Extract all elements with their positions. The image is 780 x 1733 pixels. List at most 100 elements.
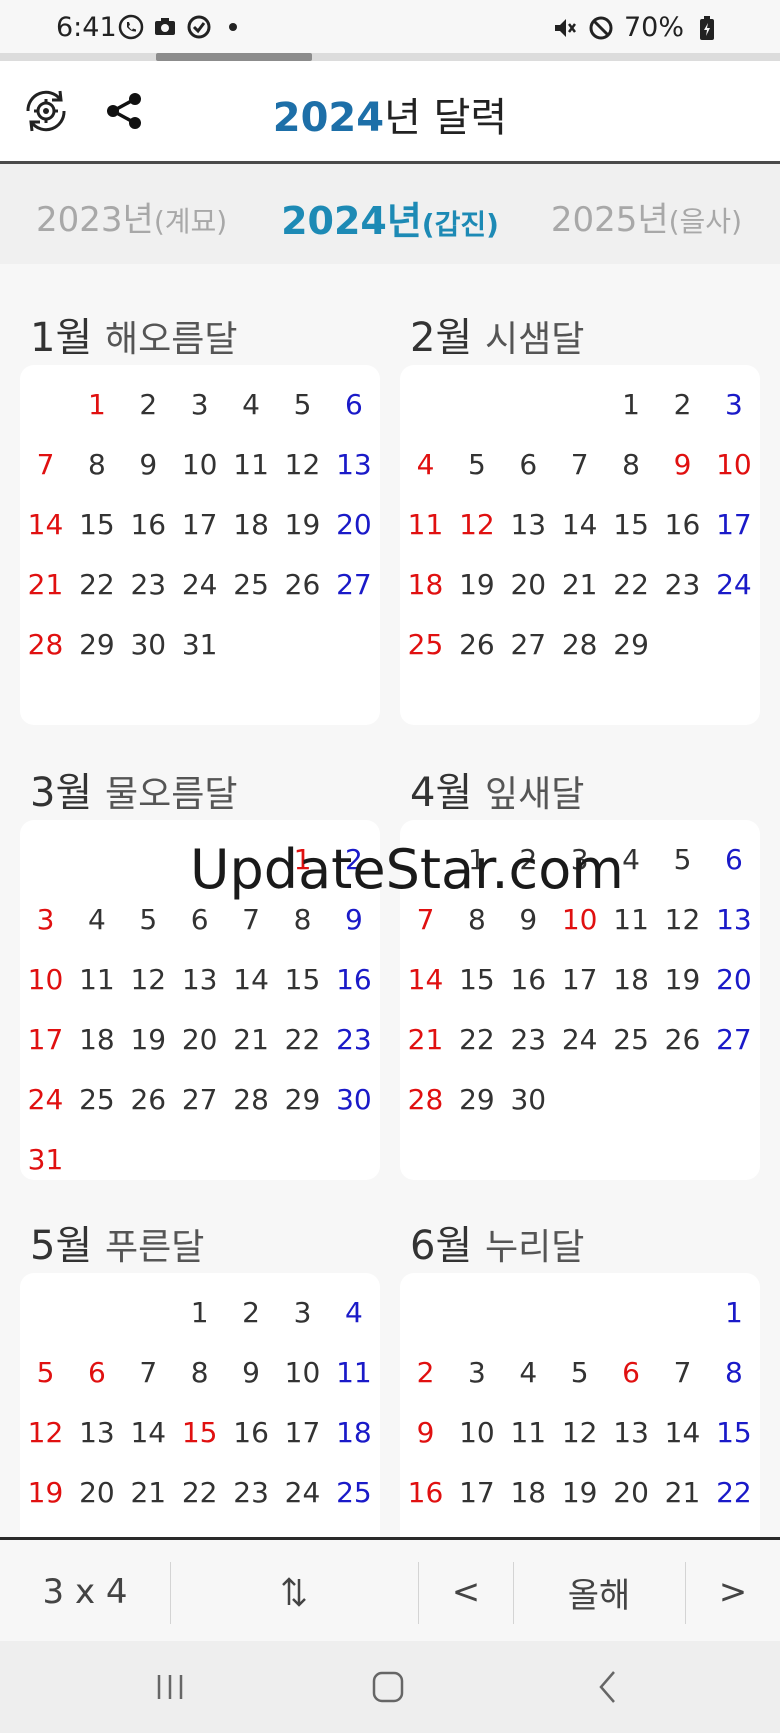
day-cell[interactable]: 11: [226, 435, 277, 495]
day-cell[interactable]: 8: [174, 1343, 225, 1403]
day-cell[interactable]: 25: [226, 555, 277, 615]
day-cell[interactable]: 21: [123, 1463, 174, 1523]
day-cell[interactable]: 25: [71, 1070, 122, 1130]
day-cell[interactable]: 30: [123, 615, 174, 675]
day-cell[interactable]: 20: [328, 495, 379, 555]
day-cell[interactable]: 28: [20, 615, 71, 675]
day-cell[interactable]: 2: [123, 375, 174, 435]
day-cell[interactable]: 21: [657, 1463, 708, 1523]
day-cell[interactable]: 26: [277, 555, 328, 615]
day-cell[interactable]: 22: [277, 1010, 328, 1070]
day-cell[interactable]: 16: [123, 495, 174, 555]
day-cell[interactable]: 18: [606, 950, 657, 1010]
day-cell[interactable]: 1: [708, 1283, 759, 1343]
day-cell[interactable]: 12: [123, 950, 174, 1010]
day-cell[interactable]: 4: [400, 435, 451, 495]
day-cell[interactable]: 28: [226, 1070, 277, 1130]
day-cell[interactable]: 6: [606, 1343, 657, 1403]
month-card[interactable]: 1234567891011121314151617181920212223242…: [20, 365, 380, 725]
day-cell[interactable]: 21: [20, 555, 71, 615]
day-cell[interactable]: 5: [451, 435, 502, 495]
day-cell[interactable]: 23: [123, 555, 174, 615]
prev-button[interactable]: <: [419, 1540, 513, 1644]
day-cell[interactable]: 8: [606, 435, 657, 495]
day-cell[interactable]: 27: [328, 555, 379, 615]
day-cell[interactable]: 16: [503, 950, 554, 1010]
day-cell[interactable]: 23: [328, 1010, 379, 1070]
day-cell[interactable]: 17: [277, 1403, 328, 1463]
day-cell[interactable]: 10: [20, 950, 71, 1010]
day-cell[interactable]: 4: [71, 890, 122, 950]
day-cell[interactable]: 7: [123, 1343, 174, 1403]
day-cell[interactable]: 28: [554, 615, 605, 675]
day-cell[interactable]: 1: [606, 375, 657, 435]
next-button[interactable]: >: [686, 1540, 780, 1644]
day-cell[interactable]: 1: [71, 375, 122, 435]
day-cell[interactable]: 13: [328, 435, 379, 495]
day-cell[interactable]: 30: [503, 1070, 554, 1130]
day-cell[interactable]: 24: [708, 555, 759, 615]
day-cell[interactable]: 15: [708, 1403, 759, 1463]
day-cell[interactable]: 5: [123, 890, 174, 950]
day-cell[interactable]: 5: [20, 1343, 71, 1403]
day-cell[interactable]: 2: [400, 1343, 451, 1403]
day-cell[interactable]: 15: [606, 495, 657, 555]
day-cell[interactable]: 22: [451, 1010, 502, 1070]
day-cell[interactable]: 18: [71, 1010, 122, 1070]
day-cell[interactable]: 9: [400, 1403, 451, 1463]
day-cell[interactable]: 3: [708, 375, 759, 435]
day-cell[interactable]: 24: [277, 1463, 328, 1523]
day-cell[interactable]: 22: [708, 1463, 759, 1523]
day-cell[interactable]: 15: [71, 495, 122, 555]
day-cell[interactable]: 15: [174, 1403, 225, 1463]
day-cell[interactable]: 3: [277, 1283, 328, 1343]
day-cell[interactable]: 22: [71, 555, 122, 615]
day-cell[interactable]: 13: [71, 1403, 122, 1463]
day-cell[interactable]: 24: [20, 1070, 71, 1130]
day-cell[interactable]: 26: [657, 1010, 708, 1070]
day-cell[interactable]: 17: [174, 495, 225, 555]
day-cell[interactable]: 18: [400, 555, 451, 615]
day-cell[interactable]: 21: [400, 1010, 451, 1070]
day-cell[interactable]: 3: [451, 1343, 502, 1403]
day-cell[interactable]: 19: [451, 555, 502, 615]
day-cell[interactable]: 6: [71, 1343, 122, 1403]
day-cell[interactable]: 23: [226, 1463, 277, 1523]
day-cell[interactable]: 7: [20, 435, 71, 495]
day-cell[interactable]: 30: [328, 1070, 379, 1130]
home-button[interactable]: [358, 1661, 418, 1713]
day-cell[interactable]: 19: [20, 1463, 71, 1523]
day-cell[interactable]: 26: [451, 615, 502, 675]
day-cell[interactable]: 6: [708, 830, 759, 890]
back-button[interactable]: [578, 1661, 638, 1713]
day-cell[interactable]: 9: [123, 435, 174, 495]
day-cell[interactable]: 19: [657, 950, 708, 1010]
day-cell[interactable]: 12: [657, 890, 708, 950]
day-cell[interactable]: 2: [226, 1283, 277, 1343]
day-cell[interactable]: 16: [657, 495, 708, 555]
day-cell[interactable]: 14: [400, 950, 451, 1010]
day-cell[interactable]: 3: [174, 375, 225, 435]
day-cell[interactable]: 14: [554, 495, 605, 555]
day-cell[interactable]: 20: [174, 1010, 225, 1070]
day-cell[interactable]: 31: [174, 615, 225, 675]
day-cell[interactable]: 27: [708, 1010, 759, 1070]
day-cell[interactable]: 4: [503, 1343, 554, 1403]
day-cell[interactable]: 13: [606, 1403, 657, 1463]
day-cell[interactable]: 10: [277, 1343, 328, 1403]
day-cell[interactable]: 29: [71, 615, 122, 675]
day-cell[interactable]: 21: [226, 1010, 277, 1070]
day-cell[interactable]: 5: [277, 375, 328, 435]
day-cell[interactable]: 12: [20, 1403, 71, 1463]
day-cell[interactable]: 10: [174, 435, 225, 495]
day-cell[interactable]: 27: [503, 615, 554, 675]
this-year-button[interactable]: 올해: [514, 1540, 684, 1644]
day-cell[interactable]: 11: [328, 1343, 379, 1403]
day-cell[interactable]: 10: [708, 435, 759, 495]
sort-button[interactable]: [171, 1540, 417, 1644]
day-cell[interactable]: 12: [451, 495, 502, 555]
day-cell[interactable]: 17: [554, 950, 605, 1010]
day-cell[interactable]: 25: [606, 1010, 657, 1070]
recent-apps-button[interactable]: [140, 1661, 200, 1713]
day-cell[interactable]: 15: [451, 950, 502, 1010]
